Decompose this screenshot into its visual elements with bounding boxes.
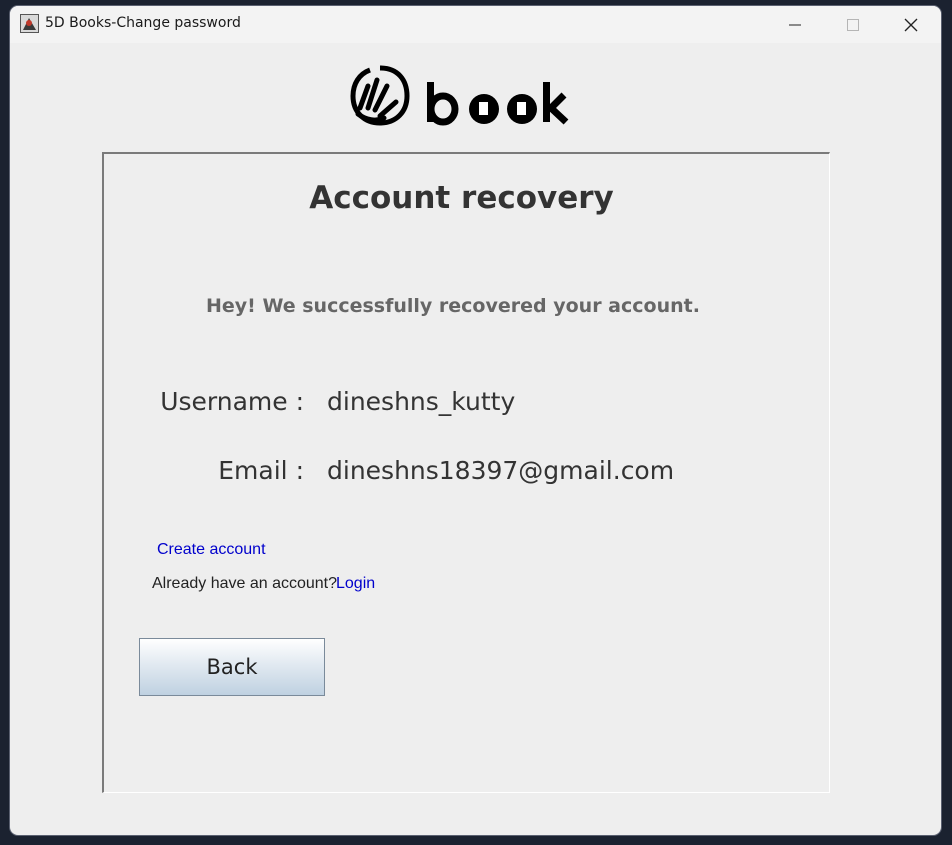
title-bar[interactable]: 5D Books-Change password (10, 6, 941, 43)
minimize-button[interactable] (766, 6, 824, 43)
book-logo (350, 65, 569, 126)
close-icon (904, 18, 918, 31)
recovery-panel: Account recovery Hey! We successfully re… (102, 152, 830, 793)
already-have-account-text: Already have an account? (152, 575, 338, 592)
back-button[interactable]: Back (139, 638, 325, 696)
maximize-icon (847, 18, 859, 31)
minimize-icon (789, 24, 801, 25)
username-label: Username : (160, 387, 304, 416)
close-button[interactable] (882, 6, 940, 43)
app-icon (20, 14, 39, 33)
login-link[interactable]: Login (336, 575, 375, 593)
username-value: dineshns_kutty (327, 387, 516, 416)
maximize-button[interactable] (824, 6, 882, 43)
app-window: 5D Books-Change password Account recover… (10, 6, 941, 835)
success-message: Hey! We successfully recovered your acco… (206, 295, 700, 317)
page-title: Account recovery (309, 180, 614, 216)
create-account-link[interactable]: Create account (157, 541, 266, 559)
window-title: 5D Books-Change password (45, 15, 241, 31)
email-value: dineshns18397@gmail.com (327, 456, 675, 485)
hand-icon (350, 65, 410, 126)
email-label: Email : (218, 456, 304, 485)
